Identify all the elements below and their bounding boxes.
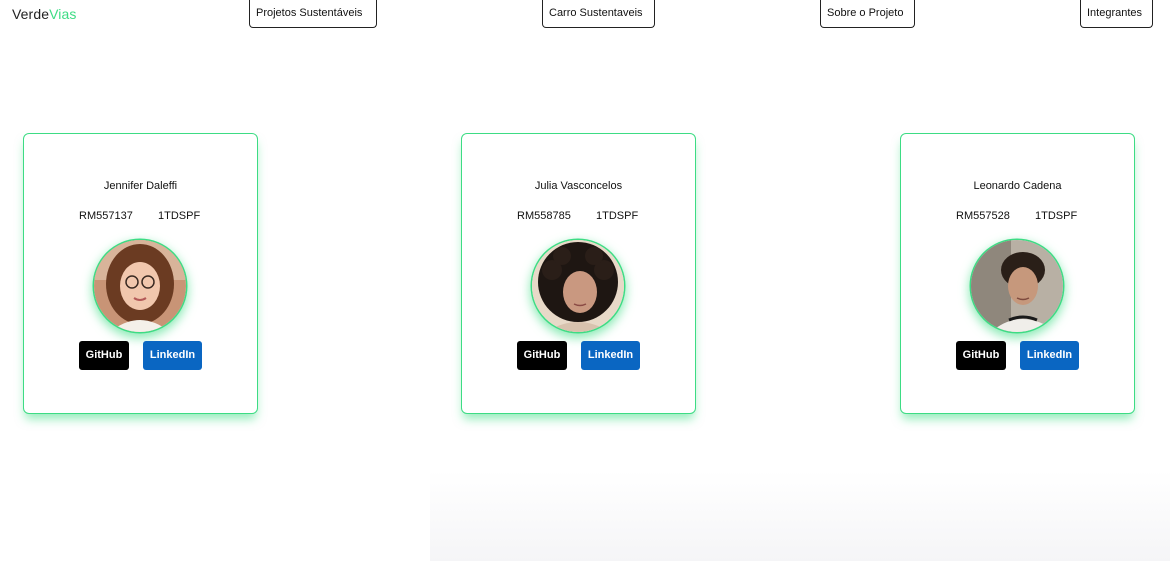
logo-part-vias: Vias xyxy=(49,6,77,22)
logo[interactable]: VerdeVias xyxy=(12,6,76,22)
member-name: Leonardo Cadena xyxy=(973,180,1062,192)
member-class: 1TDSPF xyxy=(1035,210,1078,222)
page: VerdeVias Projetos Sustentáveis Carro Su… xyxy=(0,0,1170,561)
logo-part-verde: Verde xyxy=(12,6,50,22)
member-rm: RM558785 xyxy=(517,210,571,222)
nav-projetos-sustentaveis-button[interactable]: Projetos Sustentáveis xyxy=(249,0,377,28)
member-rm: RM557528 xyxy=(956,210,1010,222)
member-card: Jennifer Daleffi RM557137 1TDSPF GitHub … xyxy=(23,133,258,414)
member-card: Julia Vasconcelos RM558785 1TDSPF GitHub… xyxy=(461,133,696,414)
linkedin-button[interactable]: LinkedIn xyxy=(143,341,202,370)
nav-carro-sustentaveis-button[interactable]: Carro Sustentaveis xyxy=(542,0,655,28)
linkedin-button[interactable]: LinkedIn xyxy=(1020,341,1079,370)
member-class: 1TDSPF xyxy=(158,210,201,222)
linkedin-button[interactable]: LinkedIn xyxy=(581,341,640,370)
github-button[interactable]: GitHub xyxy=(79,341,129,370)
member-card: Leonardo Cadena RM557528 1TDSPF GitHub L… xyxy=(900,133,1135,414)
avatar xyxy=(971,240,1063,332)
avatar xyxy=(94,240,186,332)
member-name: Julia Vasconcelos xyxy=(534,180,623,192)
background-fade xyxy=(430,470,1170,561)
nav-sobre-o-projeto-button[interactable]: Sobre o Projeto xyxy=(820,0,915,28)
member-rm: RM557137 xyxy=(79,210,133,222)
avatar xyxy=(532,240,624,332)
github-button[interactable]: GitHub xyxy=(956,341,1006,370)
member-class: 1TDSPF xyxy=(596,210,639,222)
member-name: Jennifer Daleffi xyxy=(103,180,178,192)
github-button[interactable]: GitHub xyxy=(517,341,567,370)
nav-integrantes-button[interactable]: Integrantes xyxy=(1080,0,1153,28)
